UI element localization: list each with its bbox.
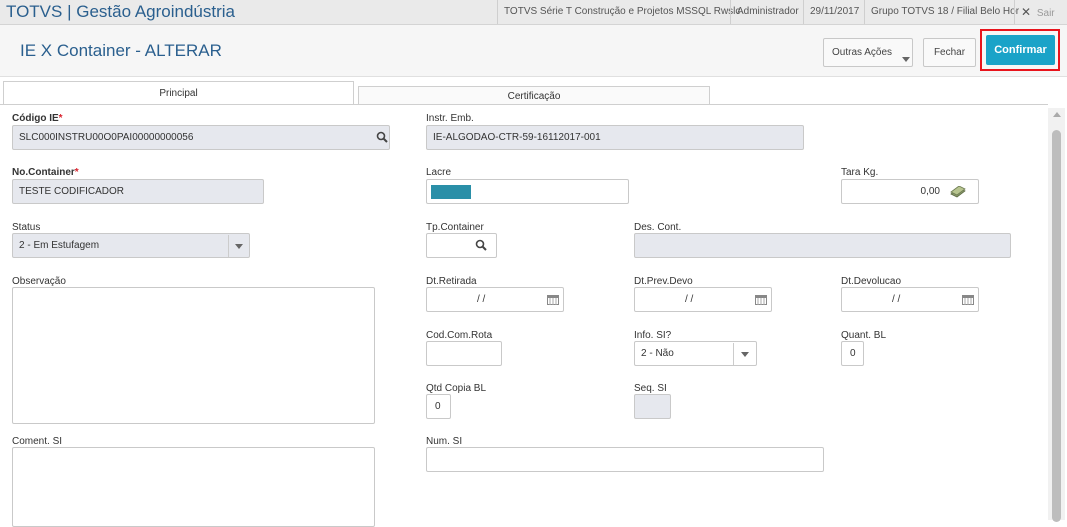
chevron-down-icon [902, 57, 910, 62]
observacao-label: Observação [12, 276, 66, 287]
no-container-label: No.Container* [12, 167, 79, 178]
tara-label: Tara Kg. [841, 167, 879, 178]
calendar-icon[interactable] [755, 295, 767, 305]
select-divider [228, 235, 229, 257]
status-select[interactable]: 2 - Em Estufagem [12, 233, 250, 258]
quant-bl-field[interactable]: 0 [841, 341, 864, 366]
vertical-scrollbar[interactable] [1048, 108, 1065, 522]
text-selection [431, 185, 471, 199]
tab-principal[interactable]: Principal [3, 81, 354, 105]
dt-retirada-value: / / [477, 294, 486, 305]
dt-devolucao-label: Dt.Devolucao [841, 276, 902, 287]
top-bar: TOTVS | Gestão Agroindústria TOTVS Série… [0, 0, 1067, 25]
observacao-textarea[interactable] [12, 287, 375, 424]
seq-si-field[interactable] [634, 394, 671, 419]
dt-prev-devo-value: / / [685, 294, 694, 305]
select-divider [733, 343, 734, 365]
more-actions-button[interactable]: Outras Ações [823, 38, 913, 67]
chevron-down-icon [235, 244, 243, 249]
more-actions-label: Outras Ações [832, 47, 893, 58]
instr-emb-value: IE-ALGODAO-CTR-59-16112017-001 [433, 132, 601, 143]
seq-si-label: Seq. SI [634, 383, 667, 394]
num-si-field[interactable] [426, 447, 824, 472]
calendar-icon[interactable] [962, 295, 974, 305]
dt-retirada-field[interactable]: / / [426, 287, 564, 312]
status-value: 2 - Em Estufagem [19, 240, 100, 251]
confirm-button[interactable]: Confirmar [986, 35, 1055, 65]
user-name: Administrador [730, 0, 805, 24]
coment-si-label: Coment. SI [12, 436, 63, 447]
codigo-ie-value: SLC000INSTRU00O0PAI00000000056 [19, 132, 194, 143]
qtd-copia-bl-field[interactable]: 0 [426, 394, 451, 419]
search-icon[interactable] [376, 131, 388, 143]
required-marker: * [74, 167, 79, 178]
required-marker: * [58, 113, 63, 124]
chevron-down-icon [741, 352, 749, 357]
instr-emb-label: Instr. Emb. [426, 113, 474, 124]
tara-value: 0,00 [920, 186, 940, 197]
codigo-ie-field[interactable]: SLC000INSTRU00O0PAI00000000056 [12, 125, 390, 150]
codigo-ie-label: Código IE* [12, 113, 63, 124]
environment-info: TOTVS Série T Construção e Projetos MSSQ… [497, 0, 746, 24]
exit-button[interactable]: ✕ Sair [1014, 0, 1067, 24]
tab-certificacao[interactable]: Certificação [358, 86, 710, 105]
info-si-label: Info. SI? [634, 330, 672, 341]
dt-retirada-label: Dt.Retirada [426, 276, 477, 287]
des-cont-label: Des. Cont. [634, 222, 682, 233]
search-icon[interactable] [475, 239, 487, 251]
close-icon: ✕ [1021, 5, 1032, 19]
money-icon[interactable] [950, 186, 966, 198]
scrollbar-thumb[interactable] [1052, 130, 1061, 522]
status-label: Status [12, 222, 41, 233]
dt-devolucao-value: / / [892, 294, 901, 305]
app-title: TOTVS | Gestão Agroindústria [6, 2, 235, 21]
quant-bl-value: 0 [850, 348, 856, 359]
no-container-value: TESTE CODIFICADOR [19, 186, 125, 197]
no-container-field[interactable]: TESTE CODIFICADOR [12, 179, 264, 204]
cod-com-rota-label: Cod.Com.Rota [426, 330, 493, 341]
info-si-select[interactable]: 2 - Não [634, 341, 757, 366]
instr-emb-field[interactable]: IE-ALGODAO-CTR-59-16112017-001 [426, 125, 804, 150]
tp-container-label: Tp.Container [426, 222, 484, 233]
branch-info[interactable]: Grupo TOTVS 18 / Filial Belo Hor [864, 0, 1025, 24]
des-cont-field[interactable] [634, 233, 1011, 258]
page-title: IE X Container - ALTERAR [20, 41, 222, 60]
dt-prev-devo-label: Dt.Prev.Devo [634, 276, 693, 287]
tara-field[interactable]: 0,00 [841, 179, 979, 204]
info-si-value: 2 - Não [641, 348, 674, 359]
tp-container-field[interactable] [426, 233, 497, 258]
dt-devolucao-field[interactable]: / / [841, 287, 979, 312]
calendar-icon[interactable] [547, 295, 559, 305]
close-button[interactable]: Fechar [923, 38, 976, 67]
cod-com-rota-field[interactable] [426, 341, 502, 366]
qtd-copia-bl-label: Qtd Copia BL [426, 383, 487, 394]
quant-bl-label: Quant. BL [841, 330, 887, 341]
coment-si-textarea[interactable] [12, 447, 375, 527]
qtd-copia-bl-value: 0 [435, 401, 441, 412]
tab-divider [0, 104, 1048, 105]
scroll-up-icon[interactable] [1053, 112, 1061, 117]
lacre-field[interactable] [426, 179, 629, 204]
exit-label: Sair [1036, 8, 1055, 19]
lacre-label: Lacre [426, 167, 452, 178]
num-si-label: Num. SI [426, 436, 463, 447]
system-date: 29/11/2017 [803, 0, 865, 24]
dt-prev-devo-field[interactable]: / / [634, 287, 772, 312]
